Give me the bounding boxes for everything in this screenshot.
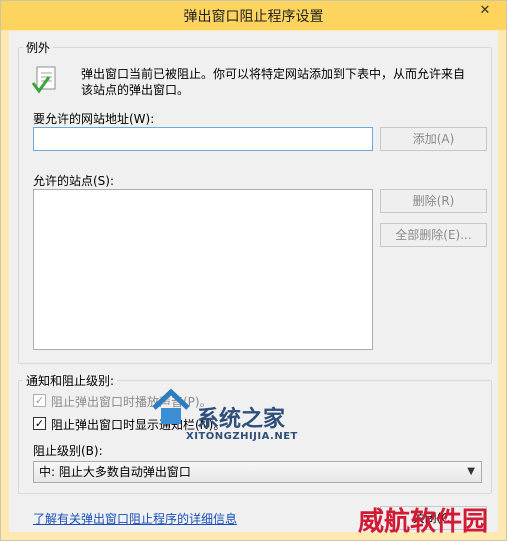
description-line-1: 弹出窗口当前已被阻止。你可以将特定网站添加到下表中，从而允许来自 xyxy=(81,67,466,81)
remove-all-button[interactable]: 全部删除(E)... xyxy=(380,223,487,247)
title-bar: 弹出窗口阻止程序设置 ✕ xyxy=(1,1,506,30)
learn-more-link[interactable]: 了解有关弹出窗口阻止程序的详细信息 xyxy=(33,510,237,527)
dialog-client-area: 例外 弹出窗口当前已被阻止。你可以将特定网站添加到下表中，从而允许来自 该站点的… xyxy=(9,31,498,532)
close-window-button[interactable]: ✕ xyxy=(470,1,500,21)
checklist-icon xyxy=(31,65,59,95)
block-level-value: 中: 阻止大多数自动弹出窗口 xyxy=(39,465,191,479)
watermark-site-name: 系统之家 xyxy=(197,407,286,432)
show-bar-checkbox[interactable]: ✓ xyxy=(33,417,46,430)
exceptions-group-label: 例外 xyxy=(23,39,54,56)
watermark-logo xyxy=(150,386,192,431)
allowed-sites-label: 允许的站点(S): xyxy=(33,174,115,188)
close-icon: ✕ xyxy=(479,3,491,18)
address-label: 要允许的网站地址(W): xyxy=(33,112,155,126)
notifications-group-label: 通知和阻止级别: xyxy=(23,372,118,389)
chevron-down-icon: ▼ xyxy=(467,466,475,477)
add-button[interactable]: 添加(A) xyxy=(380,127,487,151)
house-logo-icon xyxy=(152,388,190,424)
window-title: 弹出窗口阻止程序设置 xyxy=(183,9,324,25)
watermark-site-url: XITONGZHIJIA.NET xyxy=(186,431,298,442)
block-level-label: 阻止级别(B): xyxy=(33,444,103,458)
watermark-corner: 威航软件园 xyxy=(358,507,489,537)
block-level-select[interactable]: 中: 阻止大多数自动弹出窗口 ▼ xyxy=(33,461,482,483)
address-input[interactable] xyxy=(33,127,373,151)
description-line-2: 该站点的弹出窗口。 xyxy=(81,83,190,97)
remove-button[interactable]: 删除(R) xyxy=(380,189,487,213)
play-sound-checkbox[interactable]: ✓ xyxy=(33,394,46,407)
popup-blocker-settings-dialog: 弹出窗口阻止程序设置 ✕ 例外 弹出窗口当前已被阻止。你可以将特定网站添加到下表… xyxy=(0,0,507,541)
allowed-sites-list[interactable] xyxy=(33,189,373,350)
